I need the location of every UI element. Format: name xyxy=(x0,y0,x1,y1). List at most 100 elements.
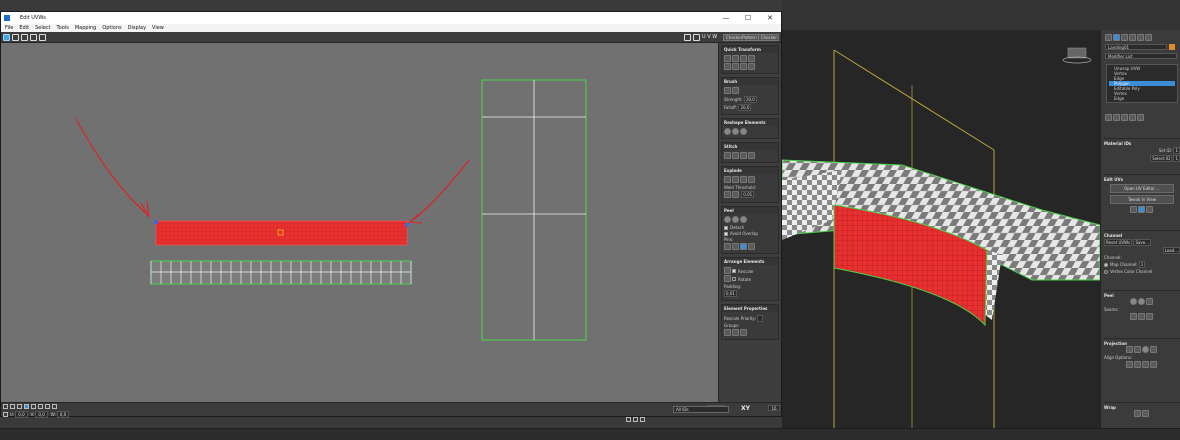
group-remove-icon[interactable] xyxy=(740,329,747,336)
menu-file[interactable]: File xyxy=(5,25,13,31)
group-add-icon[interactable] xyxy=(732,329,739,336)
align-z-icon[interactable] xyxy=(1142,361,1149,368)
mirror-icon[interactable] xyxy=(39,33,46,41)
edge-mode-icon[interactable] xyxy=(10,404,15,409)
menu-options[interactable]: Options xyxy=(102,25,121,31)
show-end-result-icon[interactable] xyxy=(1113,114,1120,121)
pelt-icon[interactable] xyxy=(1146,298,1153,305)
stitch-average-icon[interactable] xyxy=(732,152,739,159)
menu-view[interactable]: View xyxy=(152,25,164,31)
relax-brush-icon[interactable] xyxy=(732,87,739,94)
align-v-icon[interactable] xyxy=(732,63,739,70)
modify-tab-icon[interactable] xyxy=(1113,34,1120,41)
select-pins-icon[interactable] xyxy=(748,243,755,250)
flatten-options-icon[interactable] xyxy=(748,176,755,183)
polygon-mode-icon[interactable] xyxy=(24,404,29,409)
create-tab-icon[interactable] xyxy=(1105,34,1112,41)
menu-edit[interactable]: Edit xyxy=(19,25,29,31)
align-x-icon[interactable] xyxy=(1126,361,1133,368)
menu-display[interactable]: Display xyxy=(128,25,146,31)
explode-icon[interactable] xyxy=(732,176,739,183)
space-v-icon[interactable] xyxy=(748,63,755,70)
close-button[interactable]: ✕ xyxy=(759,14,781,22)
map-channel-field[interactable]: 1 xyxy=(1138,261,1146,268)
arrange-elements-header[interactable]: Arrange Elements xyxy=(722,258,778,265)
reshape-elements-header[interactable]: Reshape Elements xyxy=(722,119,778,126)
relax-options-icon[interactable] xyxy=(740,128,747,135)
rotate-checkbox[interactable] xyxy=(732,277,736,281)
weld-selected-icon[interactable] xyxy=(724,191,731,198)
point-to-point-seam-icon[interactable] xyxy=(1138,313,1145,320)
pivot-icon[interactable] xyxy=(732,55,739,62)
edit-seams-icon[interactable] xyxy=(1130,313,1137,320)
break-icon[interactable] xyxy=(724,176,731,183)
perspective-viewport[interactable] xyxy=(782,30,1100,428)
pack-normalize-icon[interactable] xyxy=(724,267,731,274)
make-unique-icon[interactable] xyxy=(1121,114,1128,121)
auto-pin-icon[interactable] xyxy=(740,243,747,250)
minimize-button[interactable]: — xyxy=(715,14,737,22)
vertex-mode-icon[interactable] xyxy=(3,404,8,409)
grid-field[interactable]: 16 xyxy=(768,405,780,411)
box-map-icon[interactable] xyxy=(1150,346,1157,353)
cylindrical-map-icon[interactable] xyxy=(1134,346,1141,353)
paint-move-icon[interactable] xyxy=(724,87,731,94)
spherical-map-icon[interactable] xyxy=(1142,346,1149,353)
padding-field[interactable]: 0,01 xyxy=(724,290,737,297)
edit-uvs-header[interactable]: Edit UVs xyxy=(1104,177,1180,182)
object-color-swatch[interactable] xyxy=(1169,44,1175,50)
rotate-cw-icon[interactable] xyxy=(740,55,747,62)
freeform-icon[interactable] xyxy=(30,33,37,41)
element-mode-icon[interactable] xyxy=(17,404,22,409)
menu-select[interactable]: Select xyxy=(35,25,50,31)
element-properties-header[interactable]: Element Properties xyxy=(722,305,778,312)
quick-transform-header[interactable]: Quick Transform xyxy=(722,46,778,53)
stitch-options-icon[interactable] xyxy=(748,152,755,159)
rotate-icon[interactable] xyxy=(12,33,19,41)
group-select-icon[interactable] xyxy=(724,329,731,336)
weld-all-icon[interactable] xyxy=(732,191,739,198)
ring-icon[interactable] xyxy=(52,404,57,409)
stitch-to-target-icon[interactable] xyxy=(724,152,731,159)
quick-peel-icon[interactable] xyxy=(724,216,731,223)
select-id-button[interactable]: Select ID xyxy=(1150,155,1173,162)
reset-peel-icon[interactable] xyxy=(740,216,747,223)
best-align-icon[interactable] xyxy=(1150,361,1157,368)
stack-item[interactable]: Edge xyxy=(1109,96,1175,101)
material-ids-header[interactable]: Material IDs xyxy=(1104,141,1180,146)
vertex-color-radio[interactable] xyxy=(1104,270,1108,274)
pan-icon[interactable] xyxy=(633,417,638,422)
configure-sets-icon[interactable] xyxy=(1137,114,1144,121)
grow-selection-icon[interactable] xyxy=(31,404,36,409)
checker-dropdown[interactable]: CheckerPattern ( Checker ) xyxy=(723,34,779,41)
explode-header[interactable]: Explode xyxy=(722,167,778,174)
loop-icon[interactable] xyxy=(45,404,50,409)
scale-icon[interactable] xyxy=(21,33,28,41)
tweak-in-view-button[interactable]: Tweak In View xyxy=(1110,195,1174,204)
peel-mode-icon[interactable] xyxy=(732,216,739,223)
show-map-icon[interactable] xyxy=(684,34,691,41)
falloff-field[interactable]: 20,0 xyxy=(738,104,752,111)
menu-tools[interactable]: Tools xyxy=(57,25,69,31)
shrink-selection-icon[interactable] xyxy=(38,404,43,409)
motion-tab-icon[interactable] xyxy=(1129,34,1136,41)
move-icon[interactable] xyxy=(3,33,10,41)
spline-map-icon[interactable] xyxy=(1134,410,1141,417)
modifier-list-dropdown[interactable]: Modifier List xyxy=(1105,53,1177,59)
relax-icon[interactable] xyxy=(732,128,739,135)
remove-modifier-icon[interactable] xyxy=(1129,114,1136,121)
hierarchy-tab-icon[interactable] xyxy=(1121,34,1128,41)
reset-uvws-button[interactable]: Reset UVWs xyxy=(1104,239,1133,246)
menu-mapping[interactable]: Mapping xyxy=(75,25,96,31)
align-y-icon[interactable] xyxy=(1134,361,1141,368)
open-uv-editor-button[interactable]: Open UV Editor ... xyxy=(1110,184,1174,193)
stitch-header[interactable]: Stitch xyxy=(722,143,778,150)
unfold-strip-icon[interactable] xyxy=(1142,410,1149,417)
space-h-icon[interactable] xyxy=(740,63,747,70)
lock-icon[interactable] xyxy=(626,417,631,422)
channel-header[interactable]: Channel xyxy=(1104,233,1180,238)
quick-peel-icon[interactable] xyxy=(1130,298,1137,305)
zoom-icon[interactable] xyxy=(640,417,645,422)
xy-toggle[interactable]: XY xyxy=(741,405,750,412)
absolute-mode-icon[interactable] xyxy=(3,412,8,417)
